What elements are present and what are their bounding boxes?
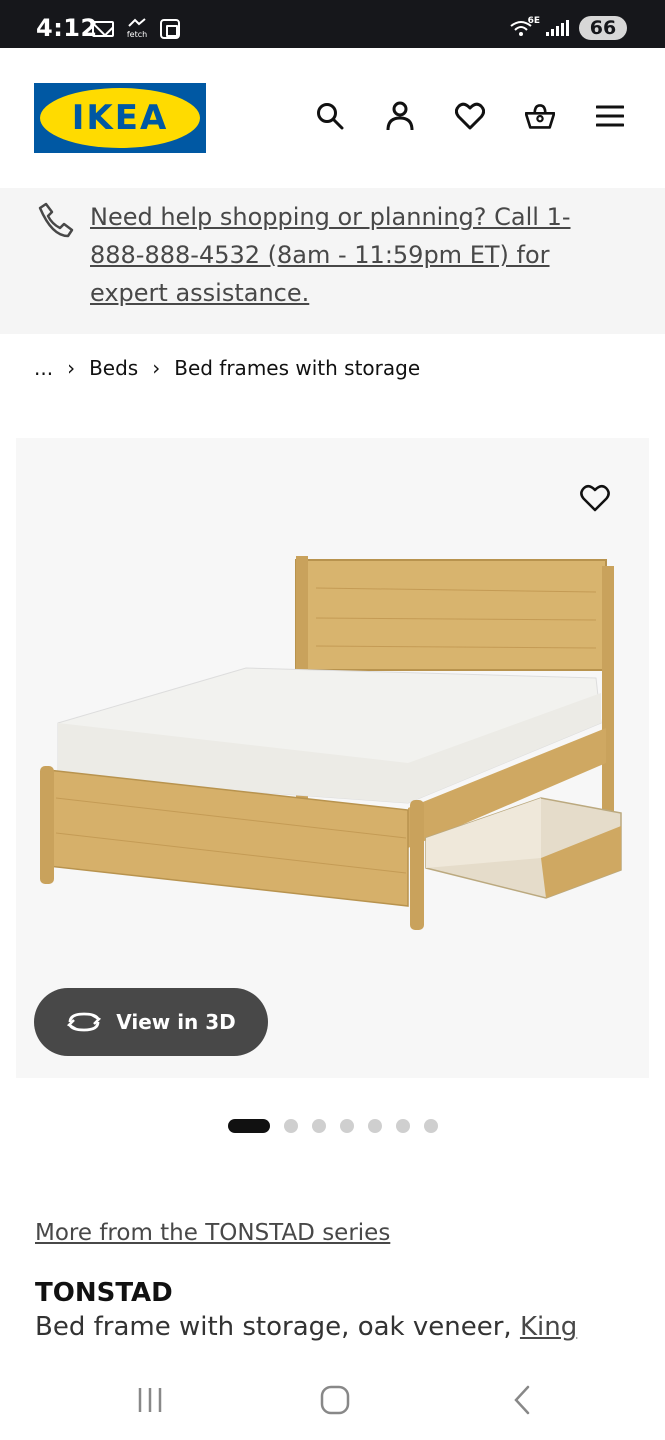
battery-level: 66 <box>589 17 617 39</box>
breadcrumb: ... › Beds › Bed frames with storage <box>34 356 420 380</box>
carousel-indicator <box>228 1119 438 1133</box>
status-bar: 4:12 fetch 6E 66 <box>0 0 665 48</box>
breadcrumb-beds[interactable]: Beds <box>89 356 138 380</box>
logo-text: IKEA <box>71 98 169 138</box>
product-description: Bed frame with storage, oak veneer, King <box>35 1312 577 1342</box>
carousel-dot[interactable] <box>312 1119 326 1133</box>
home-icon[interactable] <box>315 1384 355 1416</box>
help-contact-link[interactable]: Need help shopping or planning? Call 1-8… <box>90 198 620 312</box>
carousel-dot[interactable] <box>340 1119 354 1133</box>
carousel-dot[interactable] <box>228 1119 270 1133</box>
breadcrumb-ellipsis[interactable]: ... <box>34 356 53 380</box>
status-system-icons: 6E 66 <box>510 16 627 40</box>
fetch-label: fetch <box>126 30 148 39</box>
menu-icon[interactable] <box>595 100 625 132</box>
account-icon[interactable] <box>385 100 415 132</box>
mail-icon <box>92 20 114 37</box>
favorite-heart-icon[interactable] <box>577 480 613 516</box>
product-name: TONSTAD <box>35 1278 173 1308</box>
product-image-gallery[interactable]: View in 3D <box>16 438 649 1078</box>
series-link[interactable]: More from the TONSTAD series <box>35 1220 390 1246</box>
size-link[interactable]: King <box>520 1312 577 1342</box>
favorites-icon[interactable] <box>455 100 485 132</box>
system-nav-bar <box>0 1360 665 1440</box>
carousel-dot[interactable] <box>284 1119 298 1133</box>
fetch-icon: fetch <box>124 18 150 39</box>
view-in-3d-button[interactable]: View in 3D <box>34 988 268 1056</box>
rotate-3d-icon <box>67 1012 102 1032</box>
site-header: IKEA <box>0 48 665 188</box>
recent-apps-icon[interactable] <box>130 1384 170 1416</box>
view-in-3d-label: View in 3D <box>116 1010 236 1034</box>
breadcrumb-bed-frames-with-storage[interactable]: Bed frames with storage <box>174 356 420 380</box>
bed-product-image <box>40 556 622 930</box>
wifi-icon: 6E <box>510 16 540 36</box>
signal-icon <box>546 20 569 36</box>
phone-icon <box>38 202 74 242</box>
basket-icon[interactable] <box>525 100 555 132</box>
battery-indicator: 66 <box>579 16 627 40</box>
help-banner: Need help shopping or planning? Call 1-8… <box>0 188 665 334</box>
ikea-logo[interactable]: IKEA <box>34 83 206 153</box>
search-icon[interactable] <box>315 100 345 132</box>
back-icon[interactable] <box>502 1384 542 1416</box>
screenshot-icon <box>160 18 180 39</box>
wifi-band-label: 6E <box>527 16 540 26</box>
logo-oval: IKEA <box>40 88 200 148</box>
carousel-dot[interactable] <box>368 1119 382 1133</box>
product-description-text: Bed frame with storage, oak veneer, <box>35 1312 520 1342</box>
carousel-dot[interactable] <box>424 1119 438 1133</box>
status-notification-icons: fetch <box>92 18 180 39</box>
carousel-dot[interactable] <box>396 1119 410 1133</box>
header-actions <box>315 100 625 132</box>
chevron-right-icon: › <box>67 356 76 380</box>
status-time: 4:12 <box>36 14 98 42</box>
chevron-right-icon: › <box>152 356 161 380</box>
